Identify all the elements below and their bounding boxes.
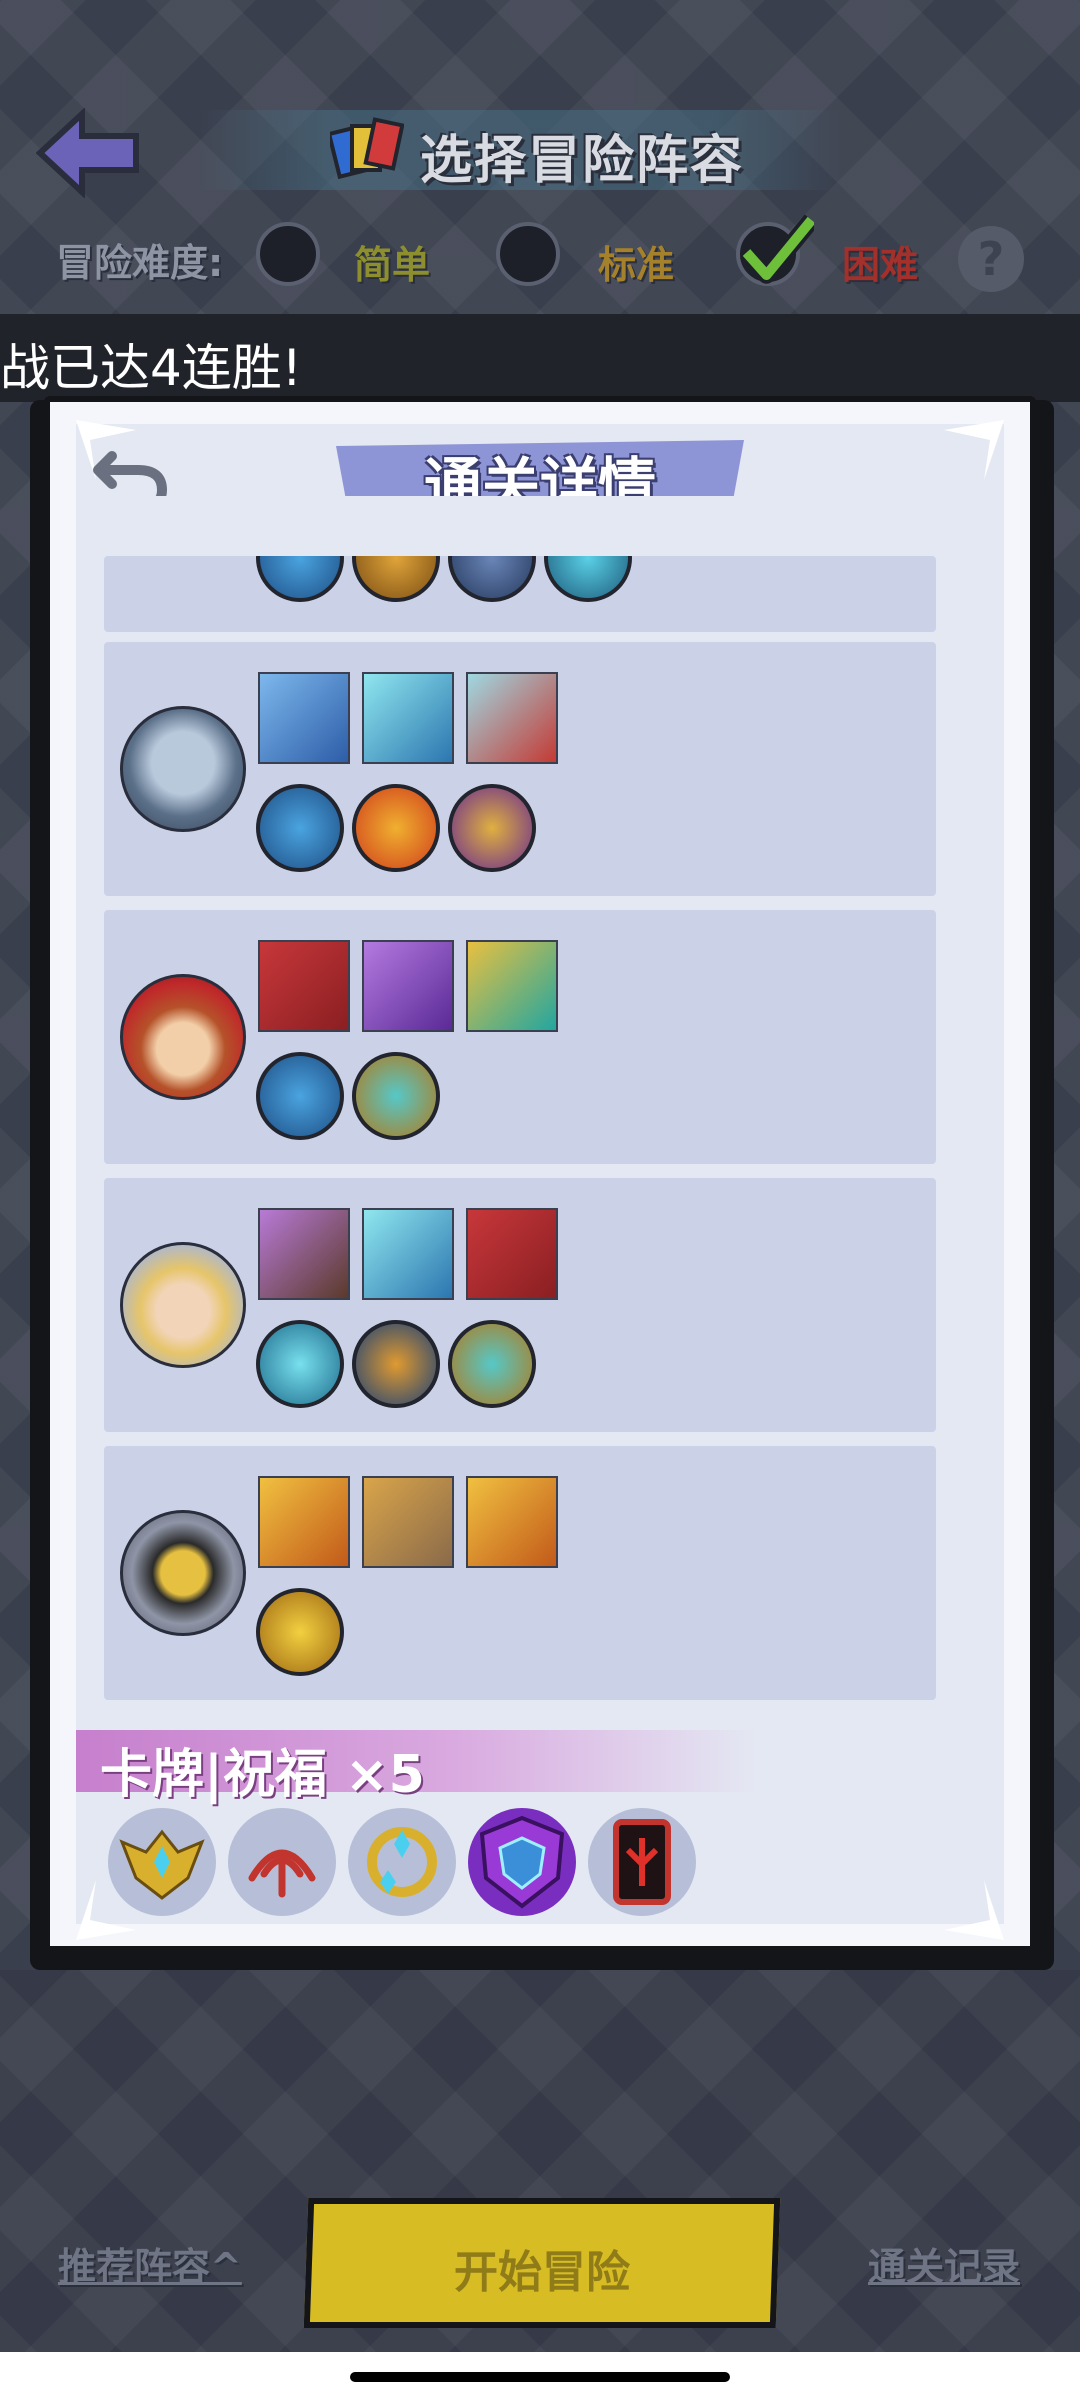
cannon-icon — [258, 940, 350, 1032]
fire-rune — [352, 784, 440, 872]
hero-avatar-golden-knight[interactable] — [120, 1510, 246, 1636]
option-hard-label[interactable]: 困难 — [842, 234, 918, 289]
back-arrow-icon[interactable] — [36, 108, 144, 198]
recommend-lineup-link[interactable]: 推荐阵容^ — [58, 2236, 242, 2291]
clear-record-link[interactable]: 通关记录 — [868, 2236, 1020, 2291]
cannon-icon — [466, 1208, 558, 1300]
dark-shield-icon — [258, 1208, 350, 1300]
scroll-mask — [76, 496, 1004, 556]
red-card-icon — [613, 1819, 671, 1905]
frost-shield-icon — [362, 1208, 454, 1300]
overlay — [0, 1970, 1080, 2400]
home-indicator[interactable] — [350, 2372, 730, 2382]
hero-avatar-ice-spirit[interactable] — [120, 706, 246, 832]
red-swirl-icon — [248, 1849, 316, 1898]
help-icon[interactable]: ? — [958, 226, 1024, 292]
option-easy-label[interactable]: 简单 — [354, 234, 430, 289]
blessing-slot[interactable] — [468, 1808, 576, 1916]
radio-hard[interactable] — [736, 214, 814, 286]
ice-crystal-rune — [256, 1052, 344, 1140]
ice-blade-icon — [466, 940, 558, 1032]
gold-helm-icon — [258, 1476, 350, 1568]
hero-avatar-red-hat-gunner[interactable] — [120, 974, 246, 1100]
blessing-slot[interactable] — [588, 1808, 696, 1916]
gold-wings-icon — [119, 1829, 205, 1900]
wind-rune — [448, 1320, 536, 1408]
radio-easy[interactable] — [256, 222, 320, 286]
checkmark-icon — [739, 214, 814, 284]
option-standard-label[interactable]: 标准 — [598, 234, 674, 289]
lightning-rune — [256, 1320, 344, 1408]
frost-shield-icon — [362, 672, 454, 764]
torch-rune — [352, 1320, 440, 1408]
page-title: 选择冒险阵容 — [420, 131, 745, 191]
gold-helm-icon — [466, 1476, 558, 1568]
blessing-label: 卡牌|祝福 ×5 — [100, 1745, 425, 1805]
start-adventure-label: 开始冒险 — [454, 2247, 630, 2298]
purple-spear-icon — [362, 940, 454, 1032]
gold-orb-icon — [367, 1827, 437, 1897]
marquee-bar: 战已达4连胜! — [0, 314, 1080, 402]
ice-crown-icon — [258, 672, 350, 764]
corner-spark-icon — [944, 1880, 1004, 1940]
blessing-slot[interactable] — [108, 1808, 216, 1916]
radio-standard[interactable] — [496, 222, 560, 286]
purple-gem-rune — [448, 784, 536, 872]
purple-shield-icon — [479, 1815, 565, 1909]
corner-spark-icon — [944, 420, 1004, 480]
red-beast-icon — [466, 672, 558, 764]
stone-armor-icon — [362, 1476, 454, 1568]
wind-rune — [352, 1052, 440, 1140]
blessing-slot[interactable] — [348, 1808, 456, 1916]
hero-avatar-blonde-mage[interactable] — [120, 1242, 246, 1368]
marquee-text: 战已达4连胜! — [0, 339, 302, 397]
difficulty-label: 冒险难度: — [56, 241, 224, 285]
gold-wing-rune — [256, 1588, 344, 1676]
blessing-slot[interactable] — [228, 1808, 336, 1916]
cards-icon — [330, 117, 404, 180]
ice-crystal-rune — [256, 784, 344, 872]
